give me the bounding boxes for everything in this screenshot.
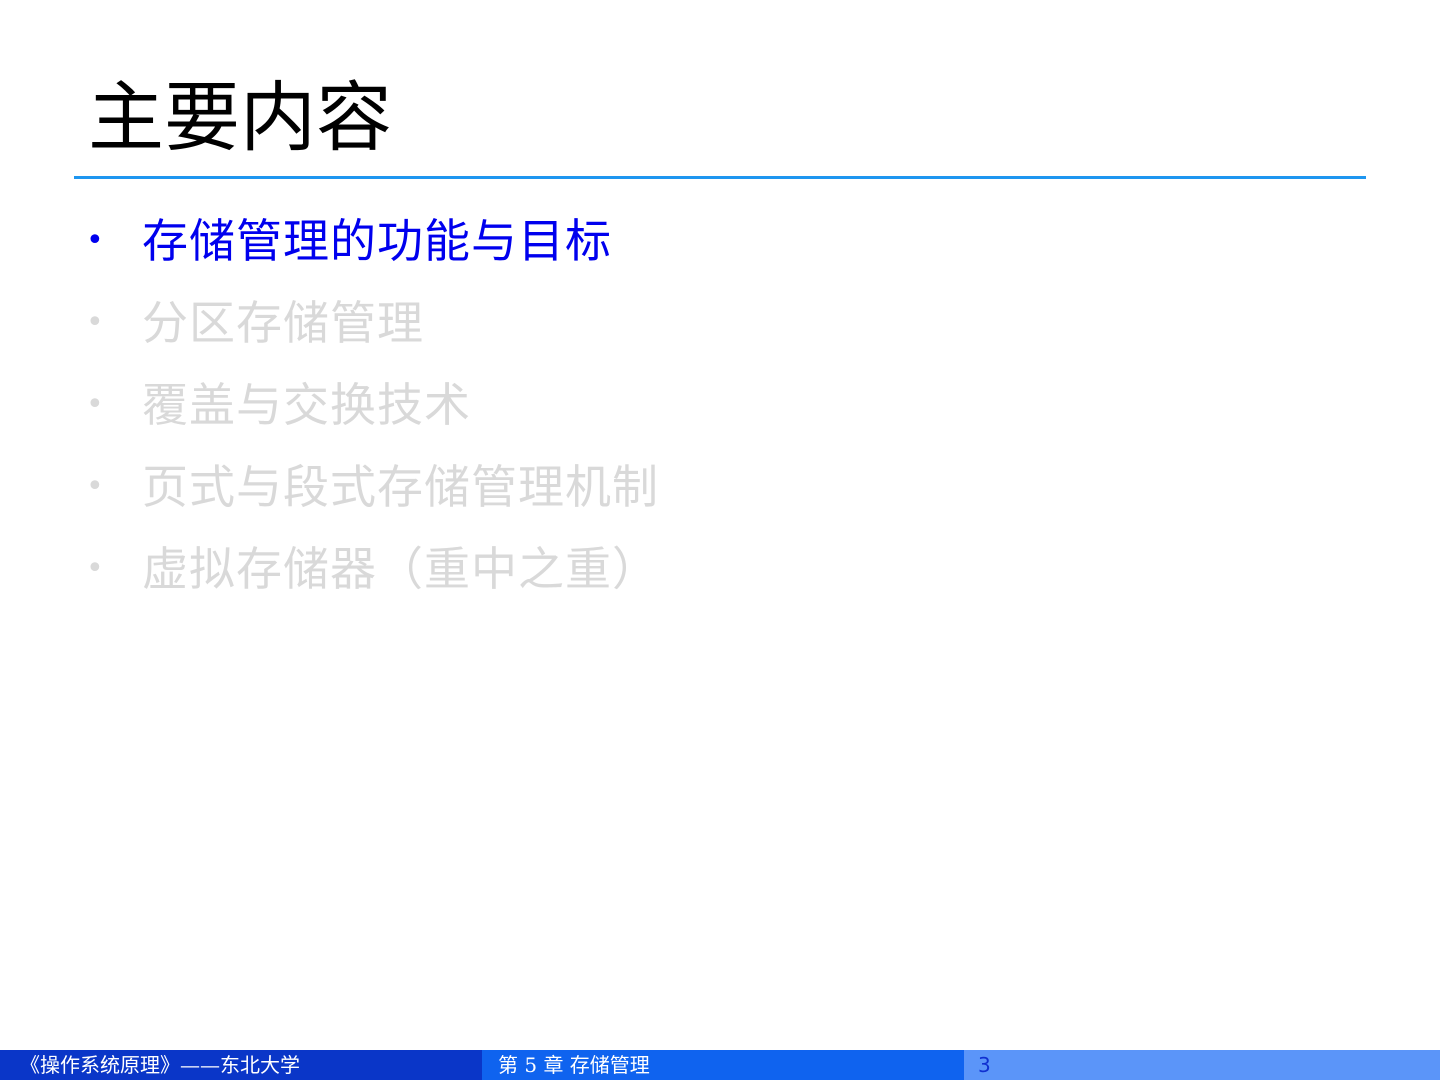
footer-course: 《操作系统原理》——东北大学 — [0, 1050, 482, 1080]
page-number: 3 — [964, 1050, 1440, 1080]
bullet-icon: • — [86, 469, 104, 504]
slide: 主要内容 • 存储管理的功能与目标 • 分区存储管理 • 覆盖与交换技术 • 页… — [0, 0, 1440, 1080]
agenda-item-label: 存储管理的功能与目标 — [142, 214, 612, 268]
agenda-item: • 页式与段式存储管理机制 — [86, 446, 659, 528]
agenda-item: • 分区存储管理 — [86, 282, 659, 364]
agenda-item-label: 页式与段式存储管理机制 — [142, 460, 659, 514]
bullet-icon: • — [86, 387, 104, 422]
footer-bar: 《操作系统原理》——东北大学 第 5 章 存储管理 3 — [0, 1050, 1440, 1080]
agenda-item: • 存储管理的功能与目标 — [86, 200, 659, 282]
bullet-icon: • — [86, 551, 104, 586]
bullet-icon: • — [86, 305, 104, 340]
agenda-item-label: 覆盖与交换技术 — [142, 378, 471, 432]
bullet-icon: • — [86, 223, 104, 258]
agenda-list: • 存储管理的功能与目标 • 分区存储管理 • 覆盖与交换技术 • 页式与段式存… — [86, 200, 659, 610]
agenda-item-label: 分区存储管理 — [142, 296, 424, 350]
agenda-item: • 覆盖与交换技术 — [86, 364, 659, 446]
title-divider — [74, 176, 1366, 179]
slide-title: 主要内容 — [88, 73, 392, 162]
agenda-item: • 虚拟存储器（重中之重） — [86, 528, 659, 610]
footer-chapter: 第 5 章 存储管理 — [482, 1050, 964, 1080]
agenda-item-label: 虚拟存储器（重中之重） — [142, 542, 659, 596]
